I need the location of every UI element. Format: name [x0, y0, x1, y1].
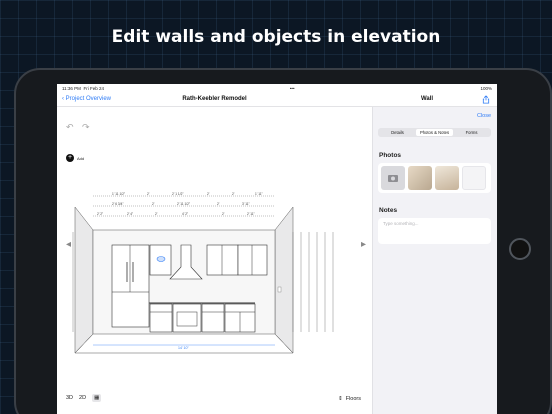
status-bar: 11:36 PM Fri Feb 24 ••• 100% — [57, 84, 497, 92]
notes-heading: Notes — [379, 207, 398, 214]
panel-title: Wall — [420, 96, 434, 102]
share-icon[interactable] — [481, 95, 491, 104]
close-button[interactable]: Close — [477, 113, 491, 119]
battery-indicator: 100% — [480, 85, 492, 91]
dim-label: 2' — [232, 192, 235, 196]
wall-side-panel: Close Details Photos & Notes Forms Photo… — [372, 107, 497, 414]
multitask-dots[interactable]: ••• — [290, 86, 295, 91]
dim-label: 2' — [155, 212, 158, 216]
status-time: 11:36 PM Fri Feb 24 — [62, 85, 104, 91]
photo-thumbnail[interactable] — [462, 166, 486, 190]
dim-label: 2' 1 1/2" — [172, 192, 184, 196]
tab-photos-notes[interactable]: Photos & Notes — [416, 129, 453, 136]
photo-thumbnail[interactable] — [408, 166, 432, 190]
dim-label: 2' — [207, 192, 210, 196]
add-photo-button[interactable] — [381, 166, 405, 190]
dim-label: 2' — [147, 192, 150, 196]
dim-label: 2' 11" — [247, 212, 255, 216]
view-3d-button[interactable]: 3D — [66, 395, 73, 401]
app-screen: 11:36 PM Fri Feb 24 ••• 100% ‹ Project O… — [57, 84, 497, 414]
total-width-label: 14' 10" — [178, 346, 189, 350]
dim-label: 2' 11 1/2" — [177, 202, 190, 206]
tab-details[interactable]: Details — [379, 129, 416, 136]
panel-tabs: Details Photos & Notes Forms — [378, 128, 491, 137]
elevation-view-icon[interactable]: ▦ — [92, 394, 102, 402]
dim-label: 3' 11" — [242, 202, 250, 206]
dim-label: 2' 2" — [97, 212, 103, 216]
dim-label: 2' 4" — [127, 212, 133, 216]
dim-label: 1' 11 1/2" — [112, 192, 125, 196]
home-button — [509, 238, 531, 260]
dim-label: 1' 11" — [255, 192, 263, 196]
elevation-canvas[interactable]: ↶ ↷ + Add ◂ ▸ 1' 11 1/2" 2' 2' 1 1/2" 2'… — [57, 107, 372, 414]
marketing-headline: Edit walls and objects in elevation — [111, 27, 441, 47]
notes-field[interactable]: Type something... — [378, 218, 491, 244]
photo-thumbnail[interactable] — [435, 166, 459, 190]
photos-card — [378, 163, 491, 193]
elevation-drawing[interactable]: 1' 11 1/2" 2' 2' 1 1/2" 2' 2' 1' 11" 2' … — [57, 107, 372, 414]
tab-forms[interactable]: Forms — [453, 129, 490, 136]
nav-bar: ‹ Project Overview Rath-Keebler Remodel … — [57, 92, 497, 107]
view-mode-switcher: 3D 2D ▦ — [66, 394, 102, 402]
dim-label: 2' — [222, 212, 225, 216]
floors-button[interactable]: ⇕ Floors — [338, 396, 361, 402]
dim-label: 2' 6 3/4" — [112, 202, 124, 206]
page-title: Rath-Keebler Remodel — [182, 96, 247, 102]
floors-icon: ⇕ — [338, 396, 343, 402]
dim-label: 2' — [152, 202, 155, 206]
camera-icon — [388, 175, 398, 182]
photos-heading: Photos — [379, 152, 402, 159]
dim-label: 2' — [217, 202, 220, 206]
view-2d-button[interactable]: 2D — [79, 395, 86, 401]
dim-label: 4' 2" — [182, 212, 188, 216]
